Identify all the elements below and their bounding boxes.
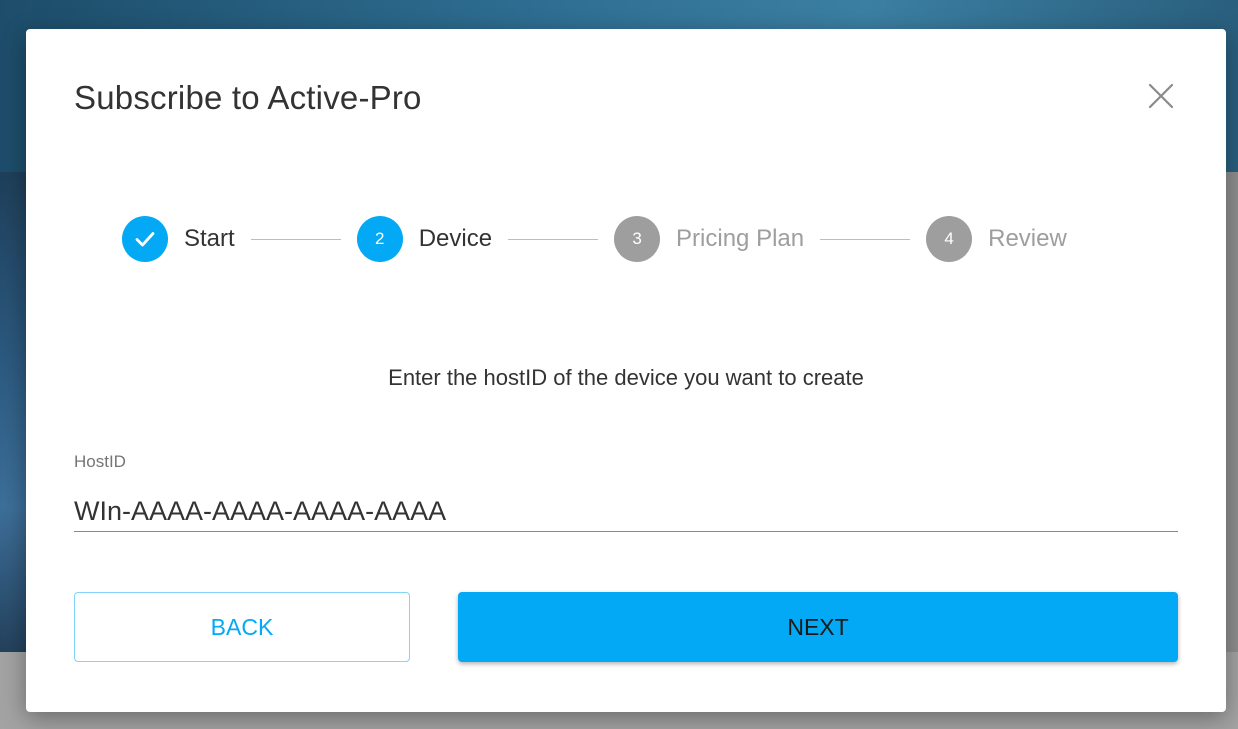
next-button[interactable]: NEXT (458, 592, 1178, 662)
hostid-input[interactable] (74, 491, 1178, 532)
dialog-title: Subscribe to Active-Pro (74, 79, 422, 116)
step-1-circle (122, 216, 168, 262)
step-connector (250, 238, 341, 240)
step-3-label: Pricing Plan (676, 225, 805, 252)
stepper: Start 2 Device 3 Pricing Plan 4 Review (122, 216, 1067, 262)
subscribe-dialog: Subscribe to Active-Pro Start 2 Device 3… (26, 29, 1226, 712)
step-1-label: Start (184, 225, 235, 252)
step-4-label: Review (988, 225, 1067, 252)
step-connector (508, 238, 599, 240)
step-device: 2 Device (356, 216, 493, 262)
step-start: Start (122, 216, 235, 262)
instruction-text: Enter the hostID of the device you want … (388, 365, 864, 390)
step-connector (820, 238, 911, 240)
step-2-circle: 2 (356, 216, 403, 262)
hostid-label: HostID (74, 452, 126, 471)
close-button[interactable] (1143, 78, 1179, 114)
step-review: 4 Review (926, 216, 1067, 262)
step-3-circle: 3 (614, 216, 661, 262)
check-icon (135, 232, 155, 247)
close-icon (1148, 83, 1174, 109)
step-2-label: Device (418, 225, 493, 252)
step-pricing-plan: 3 Pricing Plan (614, 216, 804, 262)
step-4-circle: 4 (926, 216, 973, 262)
back-button[interactable]: BACK (74, 592, 410, 662)
